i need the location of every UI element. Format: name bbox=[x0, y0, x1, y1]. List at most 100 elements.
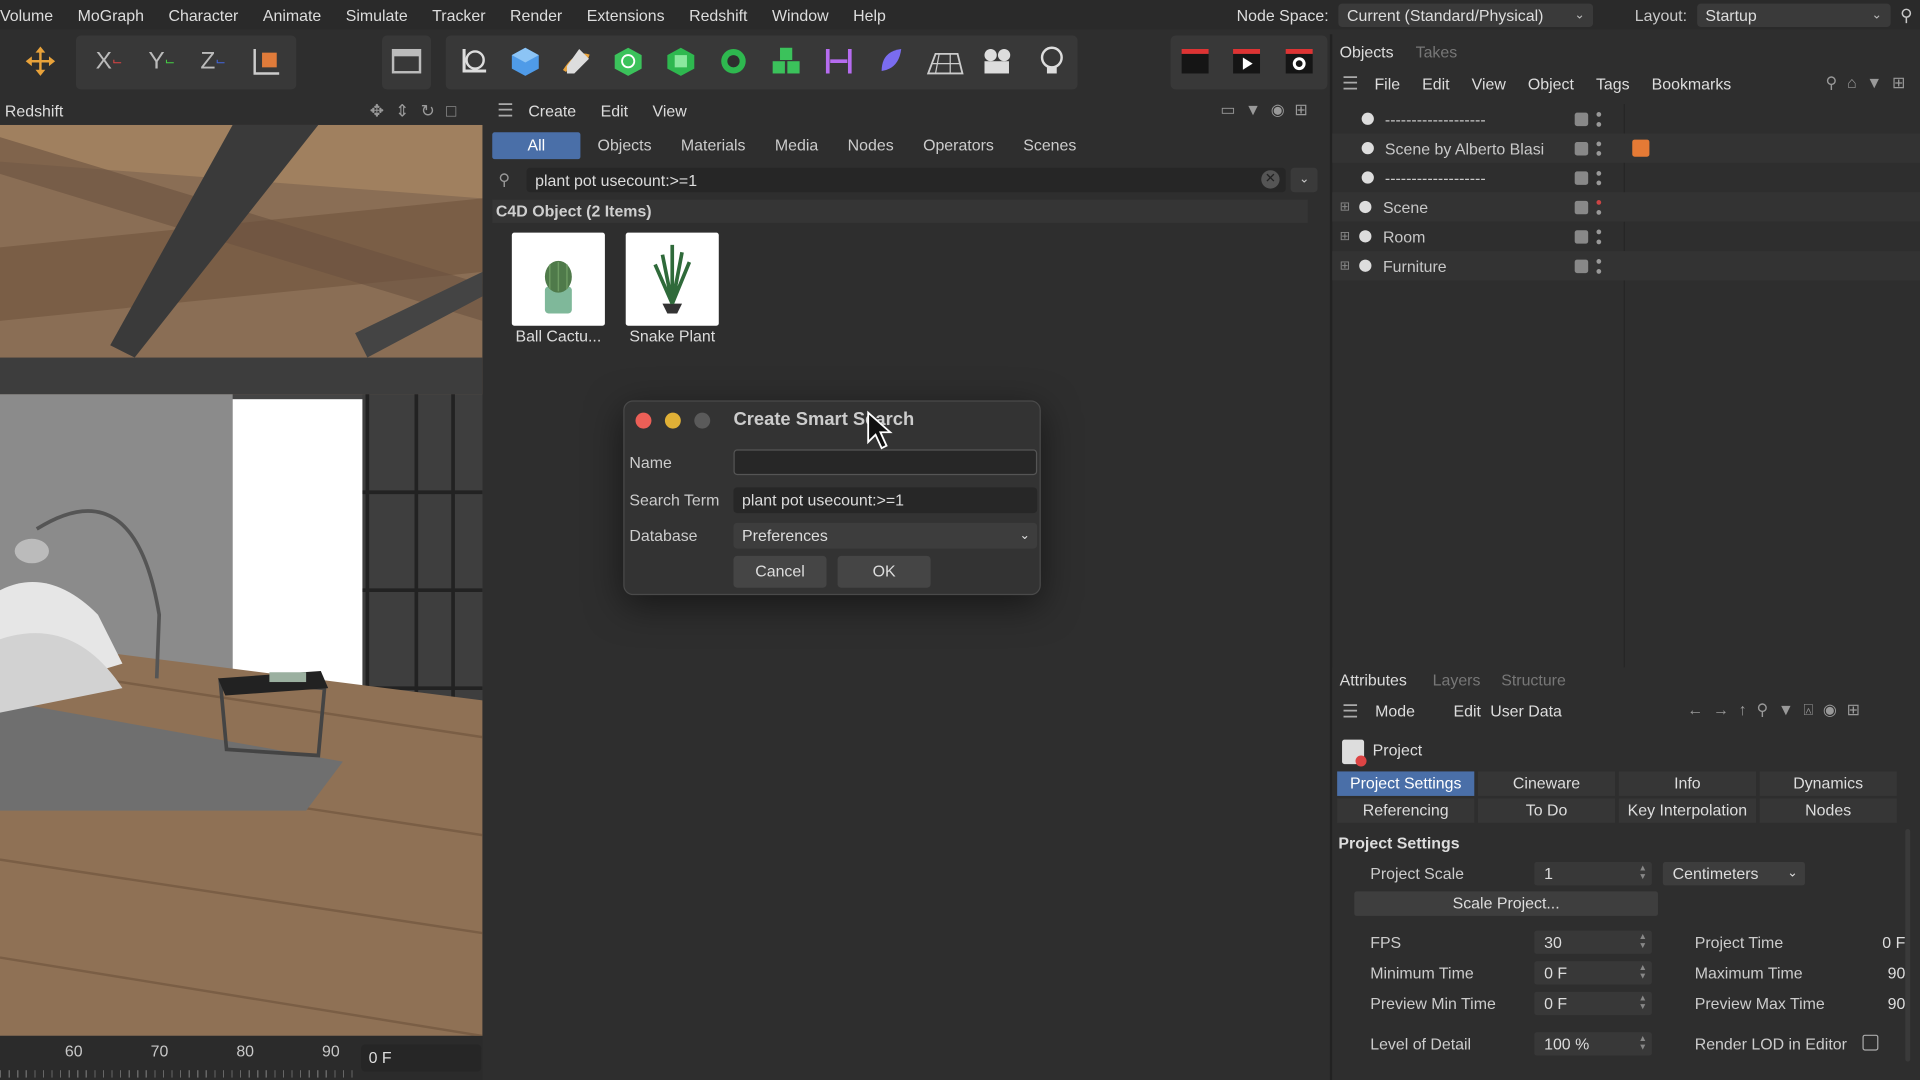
ab-menu-create[interactable]: Create bbox=[528, 101, 576, 119]
tree-row[interactable]: ⊞ Scene ● ● bbox=[1332, 192, 1920, 222]
search-history-chevron-icon[interactable]: ⌄ bbox=[1290, 167, 1318, 193]
expand-icon[interactable]: ⊞ bbox=[1340, 200, 1350, 213]
tab-materials[interactable]: Materials bbox=[669, 132, 758, 159]
tab-all[interactable]: All bbox=[492, 132, 581, 160]
pen-spline-icon[interactable] bbox=[553, 38, 600, 85]
tab-cineware[interactable]: Cineware bbox=[1477, 771, 1616, 796]
field-icon[interactable] bbox=[868, 38, 915, 85]
tab-attributes[interactable]: Attributes bbox=[1340, 671, 1407, 689]
menu-render[interactable]: Render bbox=[498, 6, 575, 24]
preview-max-time-field[interactable]: 90 bbox=[1869, 992, 1906, 1015]
tab-nodes[interactable]: Nodes bbox=[1759, 798, 1897, 823]
mograph-cubes-icon[interactable] bbox=[763, 38, 810, 85]
annotation-tag-icon[interactable] bbox=[1632, 139, 1650, 157]
obj-header-icons[interactable]: ⚲⌂▼⊞ bbox=[1826, 73, 1916, 93]
tab-key-interpolation[interactable]: Key Interpolation bbox=[1618, 798, 1756, 823]
tab-layers[interactable]: Layers bbox=[1433, 671, 1481, 689]
menu-animate[interactable]: Animate bbox=[251, 6, 334, 24]
node-space-select[interactable]: Current (Standard/Physical) ⌄ bbox=[1338, 3, 1594, 27]
project-time-field[interactable]: 0 F bbox=[1869, 931, 1905, 954]
menu-character[interactable]: Character bbox=[156, 6, 250, 24]
level-of-detail-field[interactable]: 100 % ▲ ▼ bbox=[1534, 1032, 1652, 1056]
menu-extensions[interactable]: Extensions bbox=[574, 6, 676, 24]
obj-menu-bookmarks[interactable]: Bookmarks bbox=[1652, 74, 1732, 92]
render-settings-icon[interactable] bbox=[1276, 38, 1323, 85]
tree-row[interactable]: ⊞ Room ● ● bbox=[1332, 222, 1920, 251]
edit-visibility-icon[interactable] bbox=[1574, 200, 1589, 214]
ab-menu-edit[interactable]: Edit bbox=[601, 101, 628, 119]
layout-select[interactable]: Startup ⌄ bbox=[1696, 3, 1891, 27]
obj-menu-file[interactable]: File bbox=[1374, 74, 1400, 92]
obj-menu-view[interactable]: View bbox=[1472, 74, 1506, 92]
visibility-dots-icon[interactable]: ● ● bbox=[1596, 197, 1603, 218]
tree-row[interactable]: ------------------- ● ● bbox=[1332, 104, 1920, 133]
ab-header-icons[interactable]: ▭▼◉⊞ bbox=[1220, 100, 1317, 120]
visibility-dots-icon[interactable]: ● ● bbox=[1596, 226, 1603, 247]
null-object-icon[interactable] bbox=[451, 38, 498, 85]
attr-menu-mode[interactable]: Mode bbox=[1375, 702, 1415, 720]
cloner-icon[interactable] bbox=[710, 38, 757, 85]
minimize-window-icon[interactable] bbox=[664, 412, 681, 429]
tab-to-do[interactable]: To Do bbox=[1477, 798, 1616, 823]
obj-menu-object[interactable]: Object bbox=[1528, 74, 1574, 92]
tab-takes[interactable]: Takes bbox=[1416, 42, 1458, 60]
attr-nav-icons[interactable]: ←→↑⚲▼⍓◉⊞ bbox=[1687, 700, 1869, 720]
scale-unit-select[interactable]: Centimeters ⌄ bbox=[1662, 862, 1805, 886]
database-select[interactable]: Preferences ⌄ bbox=[733, 522, 1038, 549]
render-region-icon[interactable] bbox=[1172, 38, 1219, 85]
attr-menu-user-data[interactable]: User Data bbox=[1490, 702, 1562, 720]
stepper-icon[interactable]: ▲ ▼ bbox=[1638, 933, 1646, 950]
edit-visibility-icon[interactable] bbox=[1574, 229, 1589, 244]
move-tool-icon[interactable] bbox=[17, 38, 64, 85]
menu-window[interactable]: Window bbox=[760, 6, 841, 24]
tree-row[interactable]: ------------------- ● ● bbox=[1332, 163, 1920, 192]
render-lod-checkbox[interactable] bbox=[1862, 1034, 1879, 1051]
menu-simulate[interactable]: Simulate bbox=[334, 6, 420, 24]
menu-redshift[interactable]: Redshift bbox=[677, 6, 760, 24]
extrude-icon[interactable] bbox=[658, 38, 705, 85]
clear-search-icon[interactable]: ✕ bbox=[1261, 170, 1280, 189]
tab-referencing[interactable]: Referencing bbox=[1337, 798, 1475, 823]
expand-icon[interactable]: ⊞ bbox=[1340, 230, 1350, 243]
attr-menu-edit[interactable]: Edit bbox=[1453, 702, 1480, 720]
current-frame-field[interactable]: 0 F bbox=[361, 1044, 482, 1072]
menu-tracker[interactable]: Tracker bbox=[420, 6, 498, 24]
name-input[interactable] bbox=[733, 449, 1038, 476]
deformer-icon[interactable] bbox=[816, 38, 863, 85]
edit-visibility-icon[interactable] bbox=[1574, 258, 1589, 273]
zoom-window-icon[interactable] bbox=[694, 412, 711, 429]
minimum-time-field[interactable]: 0 F ▲ ▼ bbox=[1534, 961, 1652, 985]
tab-dynamics[interactable]: Dynamics bbox=[1759, 771, 1897, 796]
floor-icon[interactable] bbox=[922, 38, 969, 85]
visibility-dots-icon[interactable]: ● ● bbox=[1596, 108, 1603, 129]
ok-button[interactable]: OK bbox=[837, 555, 931, 588]
tab-structure[interactable]: Structure bbox=[1501, 671, 1566, 689]
expand-icon[interactable]: ⊞ bbox=[1340, 259, 1350, 272]
search-icon[interactable]: ⚲ bbox=[1900, 4, 1913, 25]
scale-project-button[interactable]: Scale Project... bbox=[1354, 891, 1658, 916]
tree-row[interactable]: Scene by Alberto Blasi ● ● bbox=[1332, 133, 1920, 163]
menu-volume[interactable]: Volume bbox=[0, 6, 65, 24]
timeline-ruler[interactable]: 60 70 80 90 0 F bbox=[0, 1035, 483, 1080]
asset-search-input[interactable]: plant pot usecount:>=1 ✕ bbox=[526, 167, 1286, 193]
search-term-input[interactable]: plant pot usecount:>=1 bbox=[733, 487, 1038, 514]
asset-thumb-ball-cactus[interactable] bbox=[511, 232, 605, 326]
3d-viewport[interactable] bbox=[0, 124, 483, 1036]
hamburger-menu-icon[interactable]: ☰ bbox=[1342, 72, 1358, 94]
edit-visibility-icon[interactable] bbox=[1574, 141, 1589, 155]
tab-project-settings[interactable]: Project Settings bbox=[1337, 771, 1475, 796]
viewport-nav-icons[interactable]: ✥⇕↻□ bbox=[370, 100, 468, 121]
menu-help[interactable]: Help bbox=[841, 6, 898, 24]
tree-row[interactable]: ⊞ Furniture ● ● bbox=[1332, 251, 1920, 281]
visibility-dots-icon[interactable]: ● ● bbox=[1596, 167, 1603, 188]
project-scale-field[interactable]: 1 ▲ ▼ bbox=[1534, 862, 1652, 886]
tab-objects-manager[interactable]: Objects bbox=[1340, 42, 1394, 60]
tab-operators[interactable]: Operators bbox=[911, 132, 1006, 159]
y-axis-lock-icon[interactable]: Y ⌙ bbox=[138, 38, 185, 85]
obj-menu-edit[interactable]: Edit bbox=[1422, 74, 1449, 92]
stepper-icon[interactable]: ▲ ▼ bbox=[1638, 964, 1646, 981]
camera-icon[interactable] bbox=[975, 38, 1022, 85]
edit-visibility-icon[interactable] bbox=[1574, 170, 1589, 185]
asset-thumb-snake-plant[interactable] bbox=[625, 232, 719, 326]
tab-nodes[interactable]: Nodes bbox=[835, 132, 906, 159]
